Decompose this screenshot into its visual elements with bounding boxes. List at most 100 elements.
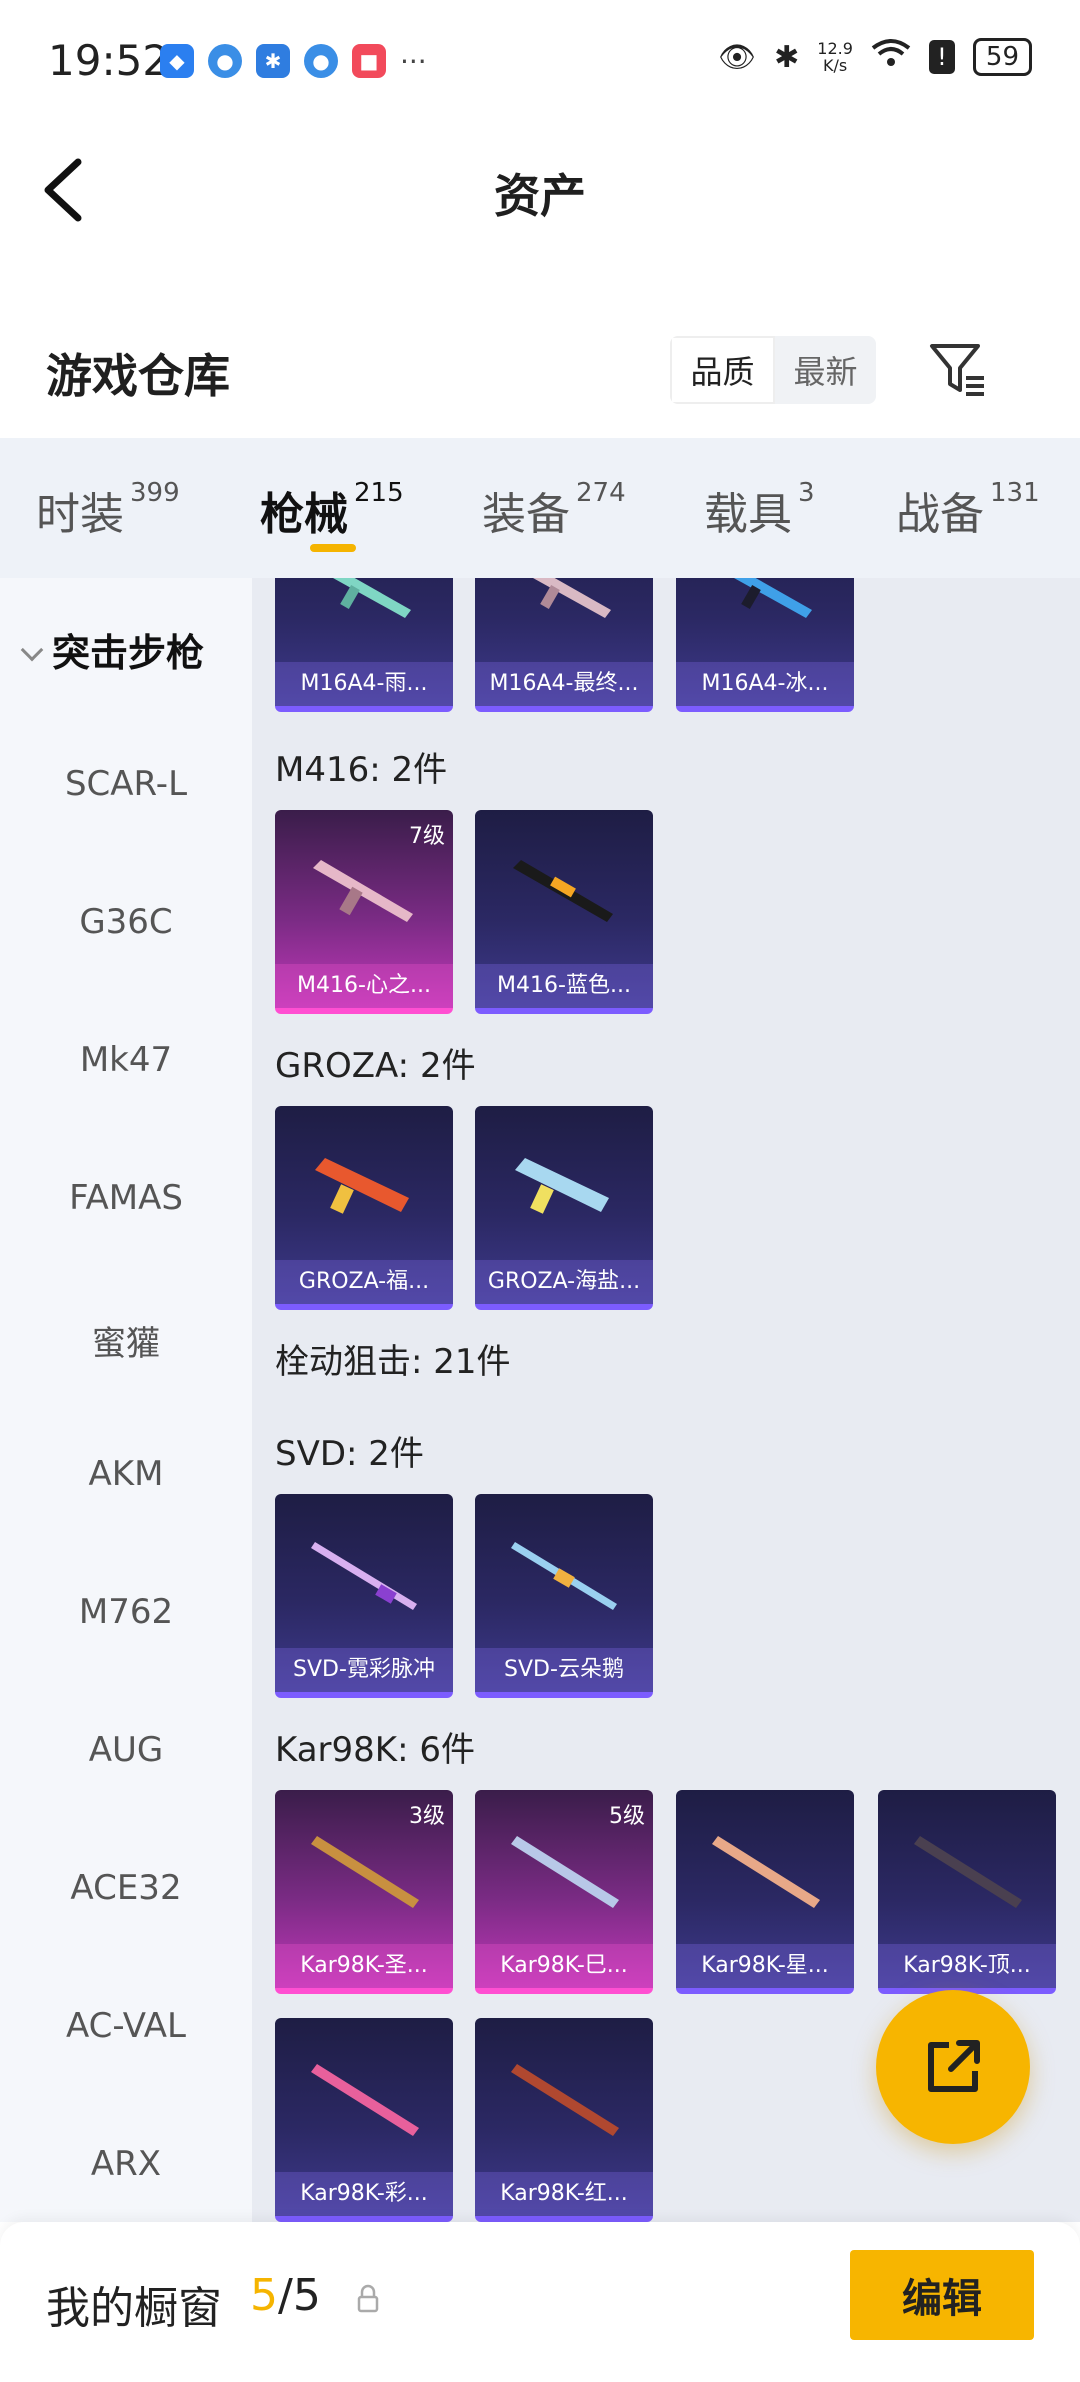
- weapon-card[interactable]: M416-蓝色...: [475, 810, 653, 1014]
- tab-count: 3: [798, 478, 815, 508]
- rifle-icon: [311, 2064, 419, 2136]
- side-item-m762[interactable]: M762: [0, 1592, 252, 1632]
- weapon-card[interactable]: Kar98K-顶...: [878, 1790, 1056, 1994]
- rifle-icon: [914, 1836, 1022, 1908]
- lock-icon: [357, 2284, 379, 2313]
- speed-unit: K/s: [822, 56, 848, 75]
- rifle-icon: [333, 578, 411, 618]
- section-title-svd: SVD: 2件: [275, 1434, 424, 1474]
- tab-fashion[interactable]: 时装 399: [36, 478, 180, 542]
- weapon-card[interactable]: SVD-云朵鹅: [475, 1494, 653, 1698]
- tab-combat-gear[interactable]: 战备 131: [896, 478, 1040, 542]
- browser-app-icon: ●: [208, 44, 242, 78]
- share-fab-button[interactable]: [876, 1990, 1030, 2144]
- weapon-card-name: M16A4-雨...: [275, 662, 453, 706]
- weapon-card-name: M16A4-最终...: [475, 662, 653, 706]
- weapon-card-name: GROZA-福...: [275, 1260, 453, 1304]
- weapon-grid: M16A4-雨... M16A4-最终... M16A4-冰... M416: …: [252, 578, 1080, 2222]
- notification-icons: ◆ ● ✱ ● ■ ···: [160, 44, 427, 78]
- weapon-card[interactable]: GROZA-福...: [275, 1106, 453, 1310]
- weapon-card[interactable]: 3级 Kar98K-圣...: [275, 1790, 453, 1994]
- weapon-level-badge: 7级: [409, 824, 445, 849]
- warehouse-header: 游戏仓库 品质 最新: [0, 320, 1080, 440]
- weapon-card[interactable]: M16A4-雨...: [275, 578, 453, 712]
- rifle-icon: [511, 1836, 619, 1908]
- weapon-card[interactable]: M16A4-最终...: [475, 578, 653, 712]
- section-title-kar98k: Kar98K: 6件: [275, 1730, 475, 1770]
- rifle-icon: [313, 860, 413, 922]
- wifi-icon: [871, 38, 911, 76]
- side-item-ace32[interactable]: ACE32: [0, 1868, 252, 1908]
- weapon-card-name: GROZA-海盐...: [475, 1260, 653, 1304]
- side-item-aug[interactable]: AUG: [0, 1730, 252, 1770]
- showcase-title: 我的橱窗: [46, 2283, 222, 2334]
- page-title: 资产: [494, 169, 586, 223]
- side-item-famas[interactable]: FAMAS: [0, 1178, 252, 1218]
- bluetooth-icon: ✱: [774, 39, 800, 75]
- bluetooth-app-icon: ✱: [256, 44, 290, 78]
- title-bar: 资产: [0, 120, 1080, 260]
- rifle-icon: [315, 1158, 409, 1214]
- sort-quality-button[interactable]: 品质: [670, 336, 775, 404]
- tab-equipment[interactable]: 装备 274: [482, 478, 626, 542]
- weapon-card[interactable]: 5级 Kar98K-巳...: [475, 1790, 653, 1994]
- status-bar: 19:52 ◆ ● ✱ ● ■ ··· 👁 ✱ 12.9 K/s ! 59: [0, 0, 1080, 120]
- tab-vehicles[interactable]: 载具 3: [704, 478, 815, 542]
- sort-latest-button[interactable]: 最新: [775, 336, 876, 404]
- side-item-ac-val[interactable]: AC-VAL: [0, 2006, 252, 2046]
- warehouse-title: 游戏仓库: [46, 349, 230, 403]
- side-item-arx[interactable]: ARX: [0, 2144, 252, 2184]
- rifle-icon: [311, 1542, 417, 1610]
- rifle-icon: [712, 1836, 820, 1908]
- edit-button[interactable]: 编辑: [850, 2250, 1034, 2340]
- weapon-category-list: 突击步枪 SCAR-L G36C Mk47 FAMAS 蜜獾 AKM M762 …: [0, 578, 252, 2222]
- section-title-m416: M416: 2件: [275, 750, 448, 790]
- weapon-card[interactable]: 7级 M416-心之...: [275, 810, 453, 1014]
- side-item-mk47[interactable]: Mk47: [0, 1040, 252, 1080]
- side-item-label: 突击步枪: [52, 631, 205, 675]
- tab-firearms[interactable]: 枪械 215: [260, 478, 404, 542]
- active-tab-indicator: [310, 544, 356, 552]
- tab-label: 时装: [36, 489, 124, 540]
- external-link-icon: [928, 2040, 980, 2092]
- filter-button[interactable]: [928, 340, 988, 400]
- speed-value: 12.9: [817, 39, 853, 58]
- weapon-card[interactable]: Kar98K-彩...: [275, 2018, 453, 2222]
- weapon-level-badge: 5级: [609, 1804, 645, 1829]
- rifle-icon: [533, 578, 611, 618]
- side-item-g36c[interactable]: G36C: [0, 902, 252, 942]
- weapon-card-name: Kar98K-彩...: [275, 2172, 453, 2216]
- side-item-akm[interactable]: AKM: [0, 1454, 252, 1494]
- rifle-icon: [734, 578, 812, 618]
- weapon-card-name: SVD-霓彩脉冲: [275, 1648, 453, 1692]
- weapon-card[interactable]: M16A4-冰...: [676, 578, 854, 712]
- rifle-icon: [515, 1158, 609, 1214]
- weapon-card[interactable]: Kar98K-星...: [676, 1790, 854, 1994]
- rifle-icon: [513, 860, 613, 922]
- browser-app-icon-2: ●: [304, 44, 338, 78]
- tab-count: 274: [576, 478, 626, 508]
- weapon-card-name: SVD-云朵鹅: [475, 1648, 653, 1692]
- status-time: 19:52: [48, 36, 170, 85]
- showcase-count-separator: /: [278, 2270, 293, 2321]
- side-item-scar-l[interactable]: SCAR-L: [0, 764, 252, 804]
- tab-label: 枪械: [260, 489, 348, 540]
- network-speed: 12.9 K/s: [817, 40, 853, 74]
- weapon-card-name: Kar98K-红...: [475, 2172, 653, 2216]
- eye-icon: 👁: [718, 39, 757, 75]
- side-item-assault-rifles[interactable]: 突击步枪: [0, 622, 252, 677]
- showcase-count-current: 5: [250, 2270, 278, 2321]
- weapon-card-name: Kar98K-星...: [676, 1944, 854, 1988]
- weapon-card[interactable]: GROZA-海盐...: [475, 1106, 653, 1310]
- weapon-card-name: M416-蓝色...: [475, 964, 653, 1008]
- weapon-card[interactable]: SVD-霓彩脉冲: [275, 1494, 453, 1698]
- tab-label: 载具: [704, 489, 792, 540]
- shopping-app-icon: ■: [352, 44, 386, 78]
- rifle-icon: [311, 1836, 419, 1908]
- rifle-icon: [511, 2064, 619, 2136]
- showcase-bar: 我的橱窗 5/5 编辑: [0, 2222, 1080, 2382]
- tab-count: 131: [990, 478, 1040, 508]
- showcase-count: 5/5: [250, 2270, 321, 2321]
- weapon-card[interactable]: Kar98K-红...: [475, 2018, 653, 2222]
- side-item-honey-badger[interactable]: 蜜獾: [0, 1316, 252, 1365]
